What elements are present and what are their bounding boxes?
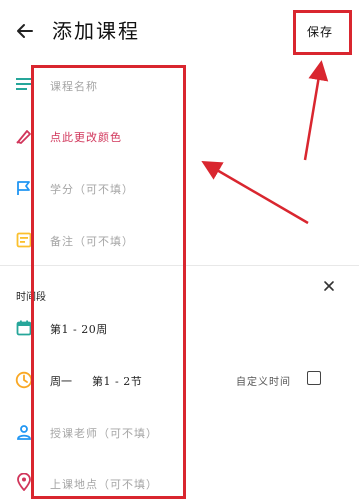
annotation-arrows xyxy=(201,60,329,225)
arrow-to-save xyxy=(303,60,329,161)
arrow-to-form xyxy=(201,160,309,225)
